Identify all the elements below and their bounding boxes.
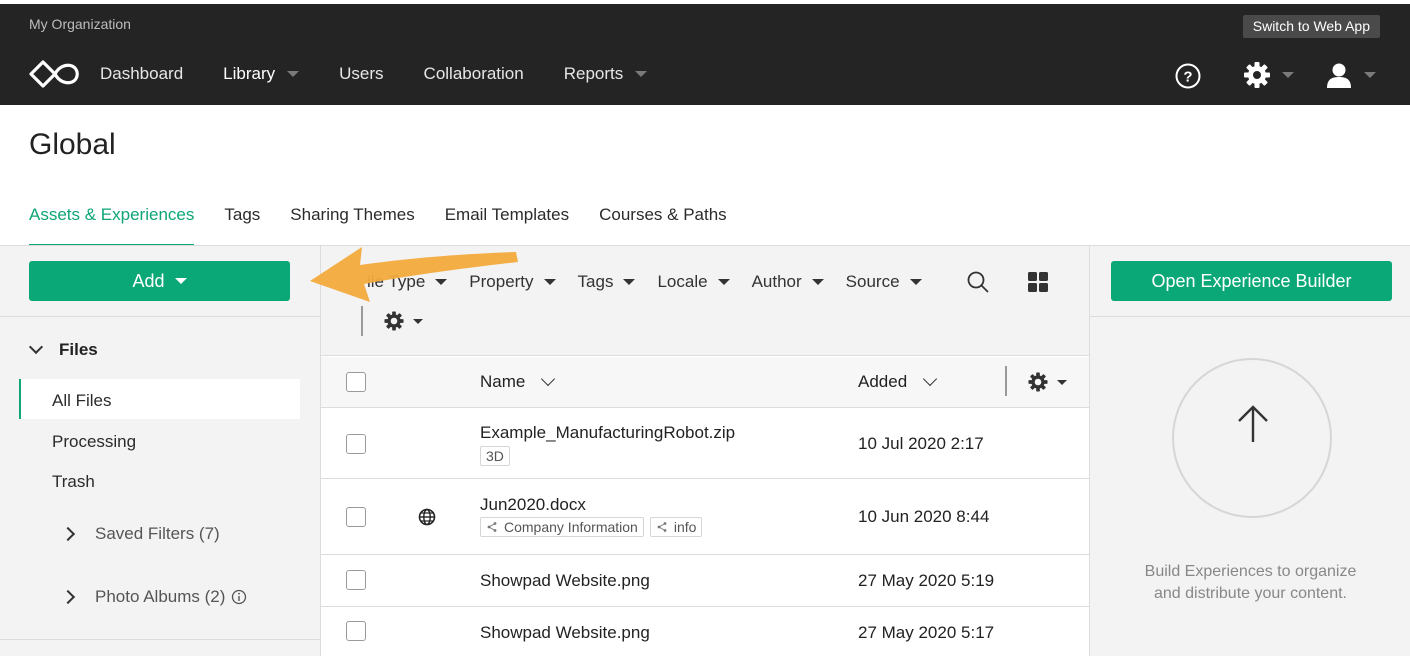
filter-author[interactable]: Author — [752, 272, 824, 292]
gear-icon — [1244, 62, 1270, 88]
grid-view-icon[interactable] — [1027, 271, 1049, 293]
file-name[interactable]: Jun2020.docx — [480, 495, 586, 515]
sidebar-item-all-files[interactable]: All Files — [52, 391, 112, 411]
chevron-down-icon — [28, 339, 44, 355]
file-name[interactable]: Showpad Website.png — [480, 571, 650, 591]
tab-assets-experiences[interactable]: Assets & Experiences — [29, 205, 195, 246]
annotation-arrow-icon — [310, 247, 518, 302]
photo-albums-toggle[interactable]: Photo Albums (2) — [60, 587, 247, 607]
switch-to-web-app-button[interactable]: Switch to Web App — [1242, 15, 1380, 38]
divider — [0, 316, 320, 317]
file-name[interactable]: Example_ManufacturingRobot.zip — [480, 423, 735, 443]
user-icon — [1327, 63, 1351, 88]
chevron-down-icon — [635, 71, 648, 77]
file-name[interactable]: Showpad Website.png — [480, 623, 650, 643]
row-checkbox[interactable] — [346, 434, 366, 454]
chevron-down-icon — [1057, 379, 1067, 385]
showpad-logo-icon[interactable] — [29, 60, 81, 88]
row-checkbox[interactable] — [346, 570, 366, 590]
nav-collaboration[interactable]: Collaboration — [424, 64, 524, 84]
svg-text:?: ? — [1183, 69, 1192, 86]
table-row[interactable]: Showpad Website.png 27 May 2020 5:19 — [321, 556, 1089, 607]
gear-icon — [1028, 372, 1048, 392]
table-row[interactable]: Showpad Website.png 27 May 2020 5:17 — [321, 608, 1089, 656]
nav-users[interactable]: Users — [339, 64, 383, 84]
page-title: Global — [29, 128, 116, 161]
left-sidebar: Add Files All Files Processing Trash Sav… — [0, 246, 321, 656]
arrow-up-icon — [1238, 405, 1268, 442]
added-date: 27 May 2020 5:19 — [858, 571, 995, 590]
experience-panel: Open Experience Builder Build Experience… — [1089, 246, 1410, 656]
user-menu[interactable] — [1324, 60, 1376, 90]
tag-tree-icon — [487, 522, 497, 532]
added-date: 10 Jun 2020 8:44 — [858, 507, 990, 526]
divider — [1005, 366, 1007, 396]
filter-locale[interactable]: Locale — [657, 272, 730, 292]
nav-reports[interactable]: Reports — [564, 64, 648, 84]
divider — [0, 639, 320, 640]
filter-tags[interactable]: Tags — [578, 272, 636, 292]
chevron-right-icon — [60, 526, 76, 542]
divider — [1090, 316, 1410, 317]
search-icon[interactable] — [966, 270, 990, 294]
chevron-down-icon — [811, 279, 824, 285]
tab-tags[interactable]: Tags — [224, 205, 260, 246]
add-button[interactable]: Add — [29, 261, 290, 301]
info-icon[interactable] — [231, 589, 247, 605]
open-experience-builder-button[interactable]: Open Experience Builder — [1111, 261, 1392, 301]
chevron-down-icon — [287, 71, 300, 77]
chevron-down-icon — [174, 278, 187, 284]
files-section-toggle[interactable]: Files — [28, 339, 98, 360]
tab-courses-paths[interactable]: Courses & Paths — [599, 205, 727, 246]
sidebar-item-trash[interactable]: Trash — [52, 472, 95, 492]
added-date: 27 May 2020 5:17 — [858, 623, 995, 642]
sort-by-added[interactable]: Added — [858, 371, 938, 392]
tag-list: 3D — [480, 446, 516, 466]
chevron-down-icon — [543, 279, 556, 285]
file-list-panel: ile Type Property Tags Locale Author Sou… — [321, 246, 1089, 656]
added-date: 10 Jul 2020 2:17 — [858, 434, 984, 453]
chevron-down-icon — [717, 279, 730, 285]
chevron-down-icon — [413, 318, 423, 324]
chevron-down-icon — [923, 371, 938, 387]
organization-name: My Organization — [29, 16, 131, 32]
settings-menu[interactable] — [1242, 60, 1294, 90]
select-all-checkbox[interactable] — [346, 372, 366, 392]
upload-dropzone[interactable] — [1172, 358, 1332, 518]
chevron-down-icon — [541, 371, 556, 387]
filter-source[interactable]: Source — [846, 272, 922, 292]
chevron-right-icon — [60, 589, 76, 605]
globe-icon — [418, 508, 436, 526]
sort-by-name[interactable]: Name — [480, 371, 556, 392]
tag-badge: info — [649, 517, 703, 537]
gear-icon — [384, 311, 404, 331]
chevron-down-icon — [1364, 72, 1376, 78]
table-header: Name Added — [321, 357, 1089, 408]
chevron-down-icon — [909, 279, 922, 285]
tag-list: Company Information info — [480, 517, 708, 537]
column-settings-menu[interactable] — [1027, 371, 1067, 393]
chevron-down-icon — [1282, 72, 1294, 78]
chevron-down-icon — [623, 279, 636, 285]
filter-settings-menu[interactable] — [383, 310, 423, 332]
row-checkbox[interactable] — [346, 507, 366, 527]
tag-badge: Company Information — [480, 517, 644, 537]
empty-state-text: Build Experiences to organize and distri… — [1144, 563, 1357, 602]
nav-dashboard[interactable]: Dashboard — [100, 64, 183, 84]
table-row[interactable]: Jun2020.docx Company Information info 10… — [321, 480, 1089, 555]
main-nav: Dashboard Library Users Collaboration Re… — [100, 64, 687, 84]
divider — [361, 306, 363, 336]
nav-library[interactable]: Library — [223, 64, 300, 84]
saved-filters-toggle[interactable]: Saved Filters (7) — [60, 524, 220, 544]
sidebar-item-processing[interactable]: Processing — [52, 432, 136, 452]
row-checkbox[interactable] — [346, 621, 366, 641]
help-icon[interactable]: ? — [1174, 62, 1202, 90]
top-navigation-bar: My Organization Switch to Web App Dashbo… — [0, 4, 1410, 105]
tag-badge: 3D — [480, 446, 510, 466]
tag-tree-icon — [657, 522, 667, 532]
table-row[interactable]: Example_ManufacturingRobot.zip 3D 10 Jul… — [321, 409, 1089, 479]
